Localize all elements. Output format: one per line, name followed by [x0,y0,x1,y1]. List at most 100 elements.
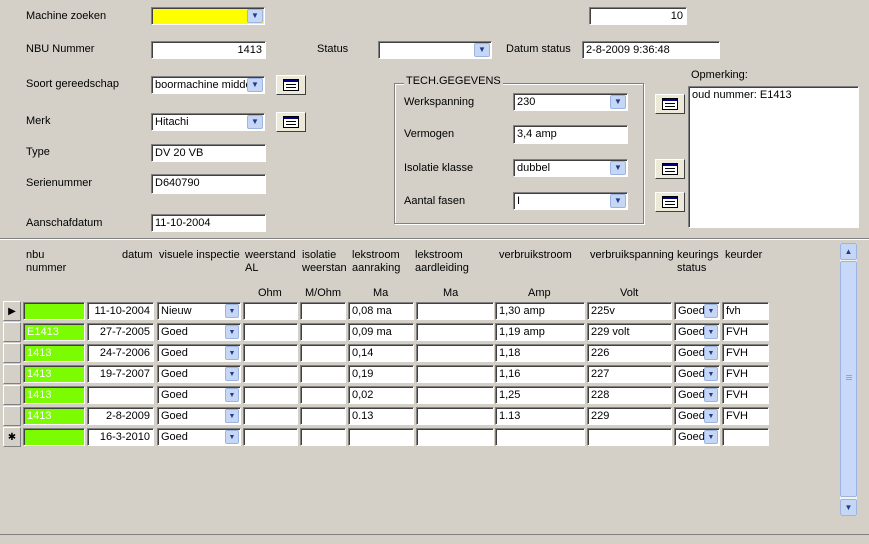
nbu-nummer-field[interactable]: 1413 [151,41,266,59]
aantal-fasen-combo[interactable]: I ▼ [513,192,628,210]
cell-datum[interactable]: 19-7-2007 [87,365,154,383]
cell-visueel[interactable]: Goed ▼ [157,365,241,383]
cell-isolatie[interactable] [300,302,346,320]
cell-aanraking[interactable]: 0,09 ma [348,323,414,341]
vermogen-field[interactable]: 3,4 amp [513,125,628,144]
chevron-down-icon[interactable]: ▼ [704,388,718,402]
cell-aanraking[interactable] [348,428,414,446]
cell-spanning[interactable] [587,428,672,446]
cell-nbu[interactable]: E1413 [23,323,85,341]
werkspanning-combo[interactable]: 230 ▼ [513,93,628,111]
cell-weerstand[interactable] [243,428,298,446]
chevron-down-icon[interactable]: ▼ [225,430,239,444]
soort-gereedschap-combo[interactable]: boormachine midde ▼ [151,76,265,94]
cell-keurder[interactable]: FVH [722,386,769,404]
opmerking-textarea[interactable]: oud nummer: E1413 [688,86,859,228]
cell-aardleiding[interactable] [416,428,494,446]
row-selector[interactable]: ✱ [3,427,21,447]
datum-status-field[interactable]: 2-8-2009 9:36:48 [582,41,720,59]
cell-weerstand[interactable] [243,344,298,362]
cell-status[interactable]: Goed ▼ [674,386,720,404]
row-selector[interactable] [3,343,21,363]
cell-stroom[interactable]: 1,25 [495,386,585,404]
cell-spanning[interactable]: 228 [587,386,672,404]
isolatie-klasse-combo[interactable]: dubbel ▼ [513,159,628,177]
cell-status[interactable]: Goed ▼ [674,344,720,362]
chevron-down-icon[interactable]: ▼ [225,325,239,339]
cell-aanraking[interactable]: 0,02 [348,386,414,404]
chevron-down-icon[interactable]: ▼ [704,346,718,360]
cell-isolatie[interactable] [300,428,346,446]
cell-keurder[interactable]: FVH [722,365,769,383]
row-selector[interactable] [3,322,21,342]
record-count-field[interactable]: 10 [589,7,687,25]
cell-stroom[interactable]: 1,30 amp [495,302,585,320]
cell-status[interactable]: Goed ▼ [674,323,720,341]
cell-spanning[interactable]: 229 volt [587,323,672,341]
cell-aardleiding[interactable] [416,407,494,425]
chevron-down-icon[interactable]: ▼ [610,161,626,175]
cell-isolatie[interactable] [300,386,346,404]
cell-datum[interactable]: 2-8-2009 [87,407,154,425]
chevron-down-icon[interactable]: ▼ [225,409,239,423]
row-selector[interactable] [3,364,21,384]
chevron-down-icon[interactable]: ▼ [225,304,239,318]
cell-aardleiding[interactable] [416,323,494,341]
cell-isolatie[interactable] [300,344,346,362]
cell-aanraking[interactable]: 0.13 [348,407,414,425]
scroll-up-icon[interactable]: ▲ [840,243,857,260]
cell-aanraking[interactable]: 0,08 ma [348,302,414,320]
cell-stroom[interactable]: 1,16 [495,365,585,383]
chevron-down-icon[interactable]: ▼ [247,115,263,129]
row-selector[interactable] [3,406,21,426]
cell-aanraking[interactable]: 0,14 [348,344,414,362]
cell-stroom[interactable]: 1,19 amp [495,323,585,341]
cell-weerstand[interactable] [243,386,298,404]
grid-vertical-scrollbar[interactable]: ▲ ▼ [840,243,857,516]
cell-isolatie[interactable] [300,365,346,383]
scroll-down-icon[interactable]: ▼ [840,499,857,516]
chevron-down-icon[interactable]: ▼ [474,43,490,57]
chevron-down-icon[interactable]: ▼ [704,325,718,339]
cell-weerstand[interactable] [243,302,298,320]
status-combo[interactable]: ▼ [378,41,492,59]
cell-visueel[interactable]: Goed ▼ [157,344,241,362]
cell-keurder[interactable]: fvh [722,302,769,320]
cell-keurder[interactable]: FVH [722,344,769,362]
cell-spanning[interactable]: 225v [587,302,672,320]
cell-spanning[interactable]: 227 [587,365,672,383]
chevron-down-icon[interactable]: ▼ [247,78,263,92]
cell-datum[interactable]: 16-3-2010 [87,428,154,446]
chevron-down-icon[interactable]: ▼ [610,95,626,109]
cell-spanning[interactable]: 226 [587,344,672,362]
serienummer-field[interactable]: D640790 [151,174,266,194]
cell-spanning[interactable]: 229 [587,407,672,425]
cell-keurder[interactable]: FVH [722,407,769,425]
cell-visueel[interactable]: Goed ▼ [157,386,241,404]
merk-combo[interactable]: Hitachi ▼ [151,113,265,131]
cell-aanraking[interactable]: 0,19 [348,365,414,383]
row-selector[interactable]: ▶ [3,301,21,321]
cell-aardleiding[interactable] [416,302,494,320]
cell-keurder[interactable]: FVH [722,323,769,341]
merk-form-button[interactable] [276,112,306,132]
cell-visueel[interactable]: Goed ▼ [157,428,241,446]
chevron-down-icon[interactable]: ▼ [225,367,239,381]
cell-nbu[interactable] [23,302,85,320]
chevron-down-icon[interactable]: ▼ [225,388,239,402]
cell-aardleiding[interactable] [416,386,494,404]
cell-aardleiding[interactable] [416,344,494,362]
cell-status[interactable]: Goed ▼ [674,302,720,320]
cell-visueel[interactable]: Goed ▼ [157,407,241,425]
chevron-down-icon[interactable]: ▼ [247,9,263,23]
cell-visueel[interactable]: Nieuw ▼ [157,302,241,320]
cell-nbu[interactable]: 1413 [23,344,85,362]
cell-nbu[interactable]: 1413 [23,365,85,383]
chevron-down-icon[interactable]: ▼ [704,367,718,381]
aanschafdatum-field[interactable]: 11-10-2004 [151,214,266,232]
fasen-form-button[interactable] [655,192,685,212]
type-field[interactable]: DV 20 VB [151,144,266,162]
chevron-down-icon[interactable]: ▼ [704,304,718,318]
cell-aardleiding[interactable] [416,365,494,383]
cell-nbu[interactable]: 1413 [23,407,85,425]
